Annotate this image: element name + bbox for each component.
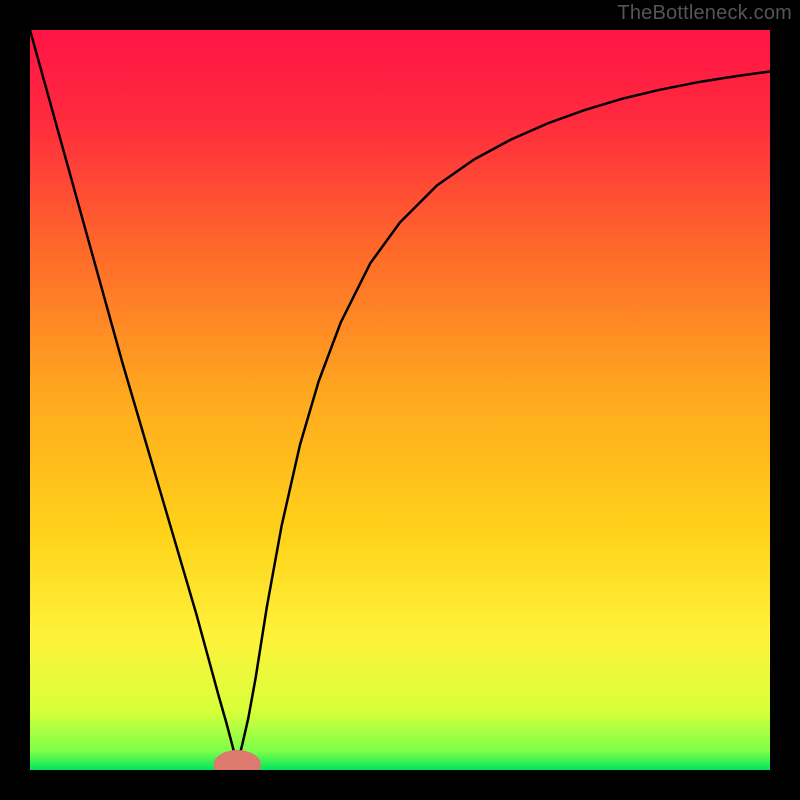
- gradient-background: [30, 30, 770, 770]
- bottleneck-plot-svg: [30, 30, 770, 770]
- watermark-label: TheBottleneck.com: [617, 2, 792, 25]
- chart-frame: TheBottleneck.com: [0, 0, 800, 800]
- plot-area: [30, 30, 770, 770]
